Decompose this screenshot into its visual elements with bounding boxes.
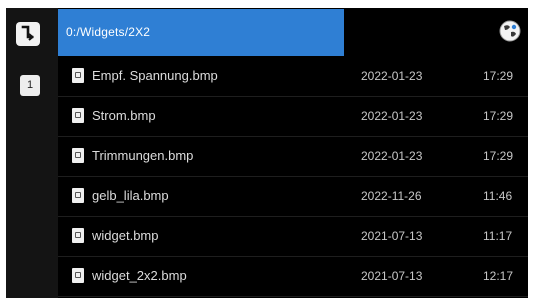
file-time: 17:29 (483, 109, 514, 123)
file-name: Trimmungen.bmp (92, 148, 194, 163)
image-file-icon (72, 268, 84, 283)
file-name: Empf. Spannung.bmp (92, 68, 218, 83)
list-item[interactable]: widget_2x2.bmp 2021-07-13 12:17 (58, 256, 528, 297)
file-date: 2021-07-13 (361, 229, 423, 243)
file-time: 17:29 (483, 149, 514, 163)
page-number-badge[interactable]: 1 (20, 75, 40, 96)
image-file-icon (72, 228, 84, 243)
file-time: 11:46 (483, 189, 513, 203)
file-name: gelb_lila.bmp (92, 188, 169, 203)
file-name: widget_2x2.bmp (92, 268, 187, 283)
image-file-icon (72, 68, 84, 83)
list-item[interactable]: Strom.bmp 2022-01-23 17:29 (58, 96, 528, 137)
image-file-icon (72, 108, 84, 123)
file-date: 2022-11-26 (361, 189, 422, 203)
list-item[interactable]: Trimmungen.bmp 2022-01-23 17:29 (58, 136, 528, 177)
file-list: Empf. Spannung.bmp 2022-01-23 17:29 Stro… (58, 56, 528, 298)
file-date: 2022-01-23 (361, 69, 423, 83)
file-name: Strom.bmp (92, 108, 156, 123)
image-file-icon (72, 148, 84, 163)
file-date: 2022-01-23 (361, 109, 423, 123)
file-name: widget.bmp (92, 228, 159, 243)
list-item[interactable]: widget.bmp 2021-07-13 11:17 (58, 216, 528, 257)
current-path: 0:/Widgets/2X2 (66, 25, 151, 39)
back-icon (21, 25, 35, 41)
list-item[interactable]: Empf. Spannung.bmp 2022-01-23 17:29 (58, 56, 528, 97)
path-bar[interactable]: 0:/Widgets/2X2 (58, 9, 344, 56)
back-button[interactable] (16, 22, 40, 46)
left-column: 1 (6, 8, 58, 298)
image-file-icon (72, 188, 84, 203)
file-time: 17:29 (483, 69, 514, 83)
file-date: 2021-07-13 (361, 269, 423, 283)
file-date: 2022-01-23 (361, 149, 423, 163)
header-right (344, 8, 528, 56)
list-item[interactable]: gelb_lila.bmp 2022-11-26 11:46 (58, 176, 528, 217)
globe-icon[interactable] (499, 20, 521, 42)
file-time: 11:17 (483, 229, 513, 243)
file-browser-screen: 1 0:/Widgets/2X2 Empf. Spannung.bmp 2022… (6, 8, 528, 298)
file-time: 12:17 (483, 269, 514, 283)
